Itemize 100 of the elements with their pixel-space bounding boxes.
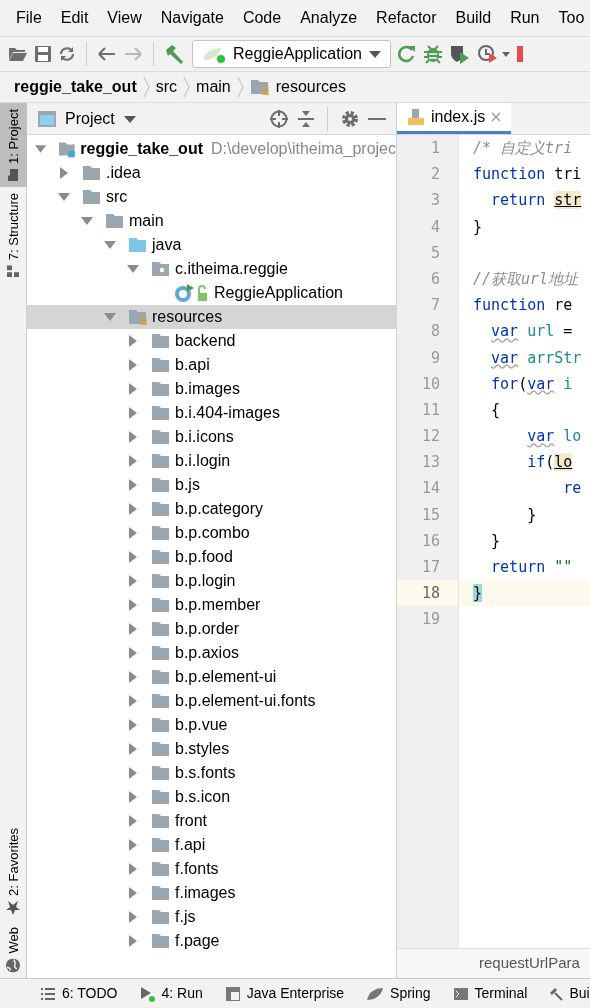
expand-arrow-icon[interactable] — [127, 791, 139, 803]
menu-item[interactable]: File — [6, 6, 51, 30]
menu-item[interactable]: Too — [548, 6, 590, 30]
breadcrumb-item[interactable]: main — [196, 75, 231, 99]
side-tab[interactable]: Web — [0, 920, 27, 978]
tree-row[interactable]: b.s.icon — [27, 785, 396, 809]
tree-row[interactable]: f.fonts — [27, 857, 396, 881]
expand-arrow-icon[interactable] — [127, 263, 139, 275]
tree-row[interactable]: reggie_take_out D:\develop\itheima_projec — [27, 137, 396, 161]
tool-window-tab[interactable]: Spring — [366, 983, 431, 1004]
expand-arrow-icon[interactable] — [127, 911, 139, 923]
expand-arrow-icon[interactable] — [127, 719, 139, 731]
breadcrumb-item[interactable]: src — [155, 75, 178, 99]
tool-window-tab[interactable]: 4: Run — [139, 983, 203, 1004]
locate-icon[interactable] — [269, 108, 289, 129]
expand-arrow-icon[interactable] — [127, 815, 139, 827]
breadcrumb-item[interactable]: reggie_take_out — [14, 75, 137, 99]
bug-icon[interactable] — [423, 44, 443, 64]
tree-row[interactable]: b.p.login — [27, 569, 396, 593]
expand-arrow-icon[interactable] — [127, 551, 139, 563]
expand-arrow-icon[interactable] — [58, 167, 70, 179]
settings-icon[interactable] — [340, 108, 360, 129]
menu-item[interactable]: View — [97, 6, 151, 30]
stop-icon[interactable] — [517, 45, 523, 63]
tree-row[interactable]: b.p.category — [27, 497, 396, 521]
tree-row[interactable]: b.p.food — [27, 545, 396, 569]
tree-row[interactable]: b.p.element-ui — [27, 665, 396, 689]
open-folder-icon[interactable] — [8, 46, 28, 62]
tree-row[interactable]: c.itheima.reggie — [27, 257, 396, 281]
expand-arrow-icon[interactable] — [127, 767, 139, 779]
menu-item[interactable]: Edit — [50, 6, 98, 30]
expand-arrow-icon[interactable] — [104, 239, 116, 251]
tree-row[interactable]: f.js — [27, 905, 396, 929]
tree-row[interactable]: f.images — [27, 881, 396, 905]
expand-arrow-icon[interactable] — [127, 527, 139, 539]
expand-arrow-icon[interactable] — [127, 359, 139, 371]
tree-row[interactable]: b.i.404-images — [27, 401, 396, 425]
tree-row[interactable]: b.p.element-ui.fonts — [27, 689, 396, 713]
tree-row[interactable]: b.i.icons — [27, 425, 396, 449]
side-tab[interactable]: 2: Favorites — [0, 821, 27, 921]
hammer-icon[interactable] — [164, 44, 186, 64]
expand-arrow-icon[interactable] — [104, 311, 116, 323]
tree-row[interactable]: b.s.fonts — [27, 761, 396, 785]
editor-tab[interactable]: index.js — [397, 103, 512, 134]
tree-row[interactable]: front — [27, 809, 396, 833]
run-configuration-dropdown[interactable]: ReggieApplication — [192, 40, 391, 68]
side-tab[interactable]: 1: Project — [0, 103, 27, 187]
expand-arrow-icon[interactable] — [35, 143, 47, 155]
tree-row[interactable]: b.p.member — [27, 593, 396, 617]
expand-arrow-icon[interactable] — [127, 671, 139, 683]
expand-arrow-icon[interactable] — [127, 839, 139, 851]
back-arrow-icon[interactable] — [97, 45, 117, 63]
expand-arrow-icon[interactable] — [127, 695, 139, 707]
tree-row[interactable]: b.p.order — [27, 617, 396, 641]
tree-row[interactable]: f.page — [27, 929, 396, 953]
sync-icon[interactable] — [58, 45, 76, 63]
tree-row[interactable]: b.p.vue — [27, 713, 396, 737]
profiler-icon[interactable] — [477, 44, 511, 64]
expand-arrow-icon[interactable] — [127, 431, 139, 443]
tree-row[interactable]: .idea — [27, 161, 396, 185]
close-icon[interactable] — [491, 112, 502, 122]
tree-row[interactable]: resources — [27, 305, 396, 329]
side-tab[interactable]: 7: Structure — [0, 186, 27, 284]
tree-row[interactable]: b.js — [27, 473, 396, 497]
expand-arrow-icon[interactable] — [127, 455, 139, 467]
expand-arrow-icon[interactable] — [127, 407, 139, 419]
expand-arrow-icon[interactable] — [127, 887, 139, 899]
tree-row[interactable]: backend — [27, 329, 396, 353]
tree-row[interactable]: b.api — [27, 353, 396, 377]
shield-run-icon[interactable] — [449, 44, 471, 64]
expand-arrow-icon[interactable] — [81, 215, 93, 227]
expand-arrow-icon[interactable] — [127, 383, 139, 395]
menu-item[interactable]: Code — [232, 6, 291, 30]
tree-row[interactable]: b.styles — [27, 737, 396, 761]
tool-window-tab[interactable]: 6: TODO — [40, 983, 118, 1004]
tool-window-tab[interactable]: Terminal — [452, 983, 528, 1004]
expand-arrow-icon[interactable] — [127, 575, 139, 587]
expand-arrow-icon[interactable] — [127, 863, 139, 875]
tool-window-tab[interactable]: Bui — [549, 983, 590, 1004]
expand-arrow-icon[interactable] — [127, 479, 139, 491]
expand-arrow-icon[interactable] — [127, 503, 139, 515]
tree-row[interactable]: b.images — [27, 377, 396, 401]
panel-title[interactable]: Project — [65, 106, 115, 131]
menu-item[interactable]: Refactor — [366, 6, 446, 30]
expand-arrow-icon[interactable] — [127, 647, 139, 659]
tree-row[interactable]: java — [27, 233, 396, 257]
tree-row[interactable]: b.p.combo — [27, 521, 396, 545]
breadcrumb-item[interactable]: resources — [275, 75, 346, 99]
tree-row[interactable]: ReggieApplication — [27, 281, 396, 305]
menu-item[interactable]: Navigate — [150, 6, 233, 30]
tool-window-tab[interactable]: Java Enterprise — [224, 983, 345, 1004]
expand-arrow-icon[interactable] — [127, 743, 139, 755]
expand-arrow-icon[interactable] — [127, 335, 139, 347]
menu-item[interactable]: Analyze — [290, 6, 367, 30]
expand-arrow-icon[interactable] — [127, 935, 139, 947]
rerun-icon[interactable] — [397, 44, 417, 64]
expand-arrow-icon[interactable] — [127, 623, 139, 635]
expand-arrow-icon[interactable] — [127, 599, 139, 611]
menu-item[interactable]: Run — [500, 6, 549, 30]
save-icon[interactable] — [34, 45, 52, 63]
